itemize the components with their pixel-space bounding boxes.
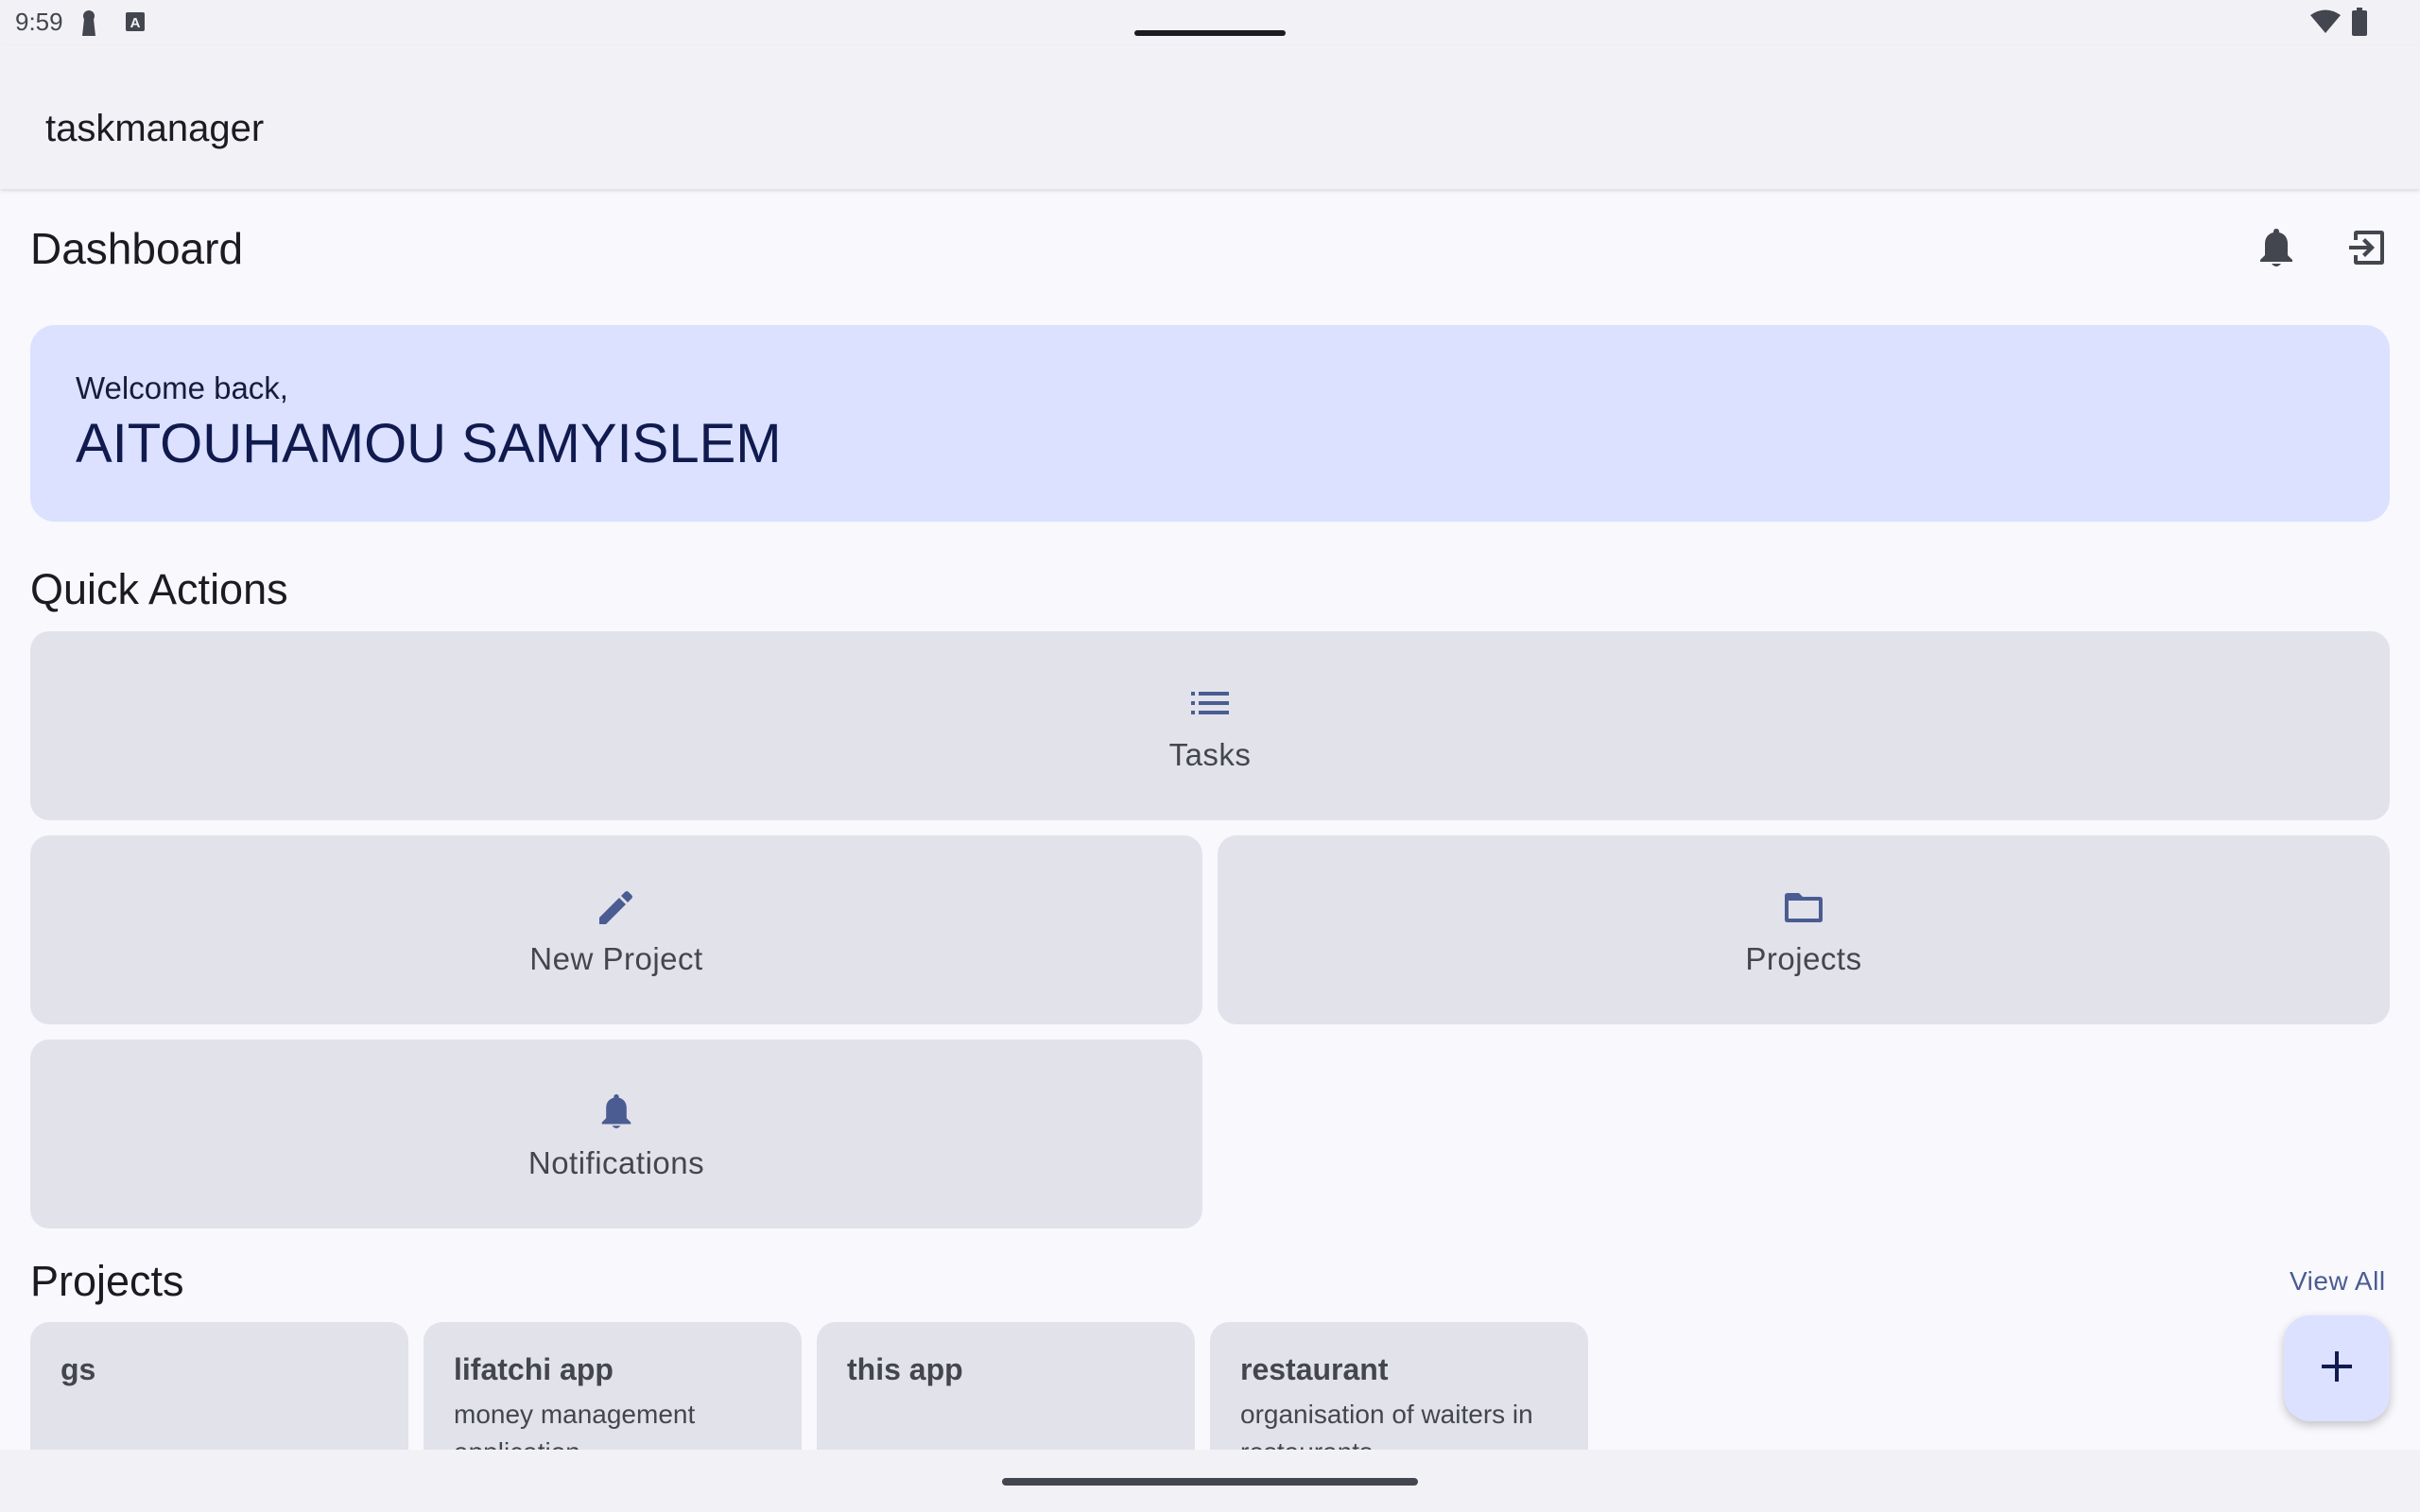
project-name: gs <box>60 1352 96 1386</box>
logout-icon <box>2347 228 2387 272</box>
app-title: taskmanager <box>45 108 265 149</box>
project-name: restaurant <box>1240 1352 1389 1386</box>
notifications-button[interactable] <box>2250 223 2303 276</box>
quick-actions-title: Quick Actions <box>30 565 288 613</box>
list-icon <box>1187 680 1233 726</box>
page-title: Dashboard <box>30 224 244 273</box>
welcome-card: Welcome back, AITOUHAMOU SAMYISLEM <box>30 325 2390 522</box>
app-root: 9:59 A taskmanager Dashboard Welcome bac… <box>0 0 2420 1512</box>
home-gesture-handle[interactable] <box>1002 1478 1418 1486</box>
bell-icon <box>594 1089 639 1134</box>
welcome-label: Welcome back, <box>76 370 288 405</box>
folder-icon <box>1781 885 1826 930</box>
status-bar: 9:59 A <box>0 0 2420 45</box>
project-name: lifatchi app <box>454 1352 614 1386</box>
projects-section-title: Projects <box>30 1257 184 1305</box>
keyhole-icon <box>81 9 96 41</box>
projects-action-tile[interactable]: Projects <box>1218 835 2390 1024</box>
welcome-user-name: AITOUHAMOU SAMYISLEM <box>76 413 782 474</box>
status-time: 9:59 <box>15 8 63 36</box>
notifications-action-tile[interactable]: Notifications <box>30 1040 1202 1228</box>
keyboard-a-icon: A <box>125 11 146 37</box>
notifications-action-label: Notifications <box>527 1145 705 1180</box>
tasks-action-label: Tasks <box>1168 737 1252 772</box>
view-all-link[interactable]: View All <box>2290 1266 2386 1297</box>
svg-text:A: A <box>130 15 141 31</box>
pencil-icon <box>594 885 639 930</box>
app-bar: taskmanager <box>0 45 2420 189</box>
projects-action-label: Projects <box>1745 941 1862 976</box>
new-project-action-tile[interactable]: New Project <box>30 835 1202 1024</box>
top-drag-handle[interactable] <box>1134 30 1286 36</box>
logout-button[interactable] <box>2341 223 2394 276</box>
tasks-action-tile[interactable]: Tasks <box>30 631 2390 820</box>
project-name: this app <box>847 1352 963 1386</box>
add-fab-button[interactable] <box>2284 1315 2390 1421</box>
bell-icon <box>2257 227 2295 273</box>
battery-icon <box>2352 8 2367 41</box>
plus-icon <box>2321 1350 2353 1387</box>
wifi-icon <box>2310 9 2341 39</box>
new-project-action-label: New Project <box>529 941 703 976</box>
